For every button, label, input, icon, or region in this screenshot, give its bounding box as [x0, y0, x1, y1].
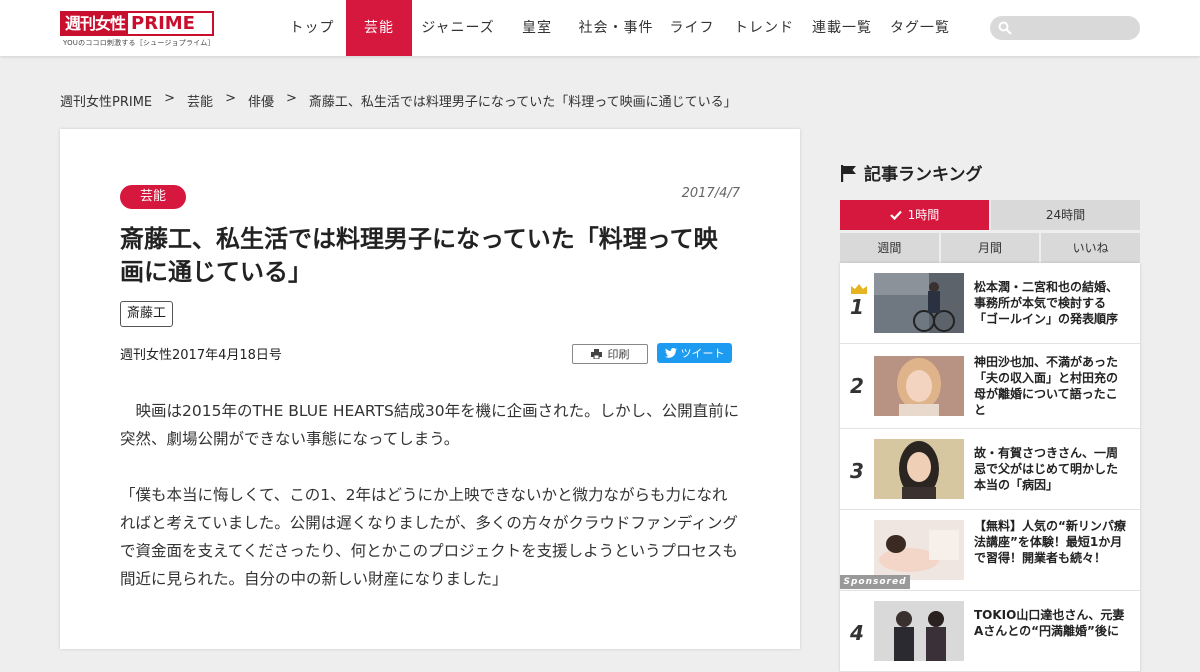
ranking-thumbnail [874, 273, 964, 333]
tweet-button[interactable]: ツイート [657, 343, 732, 363]
category-badge[interactable]: 芸能 [120, 185, 187, 209]
site-header: 週刊女性 PRIME YOUのココロ刺激する［シュージョプライム］ トップ 芸能… [0, 0, 1200, 56]
tab-1-hour[interactable]: 1時間 [840, 200, 989, 230]
tab-likes[interactable]: いいね [1041, 233, 1141, 263]
breadcrumb-current: 斎藤工、私生活では料理男子になっていた「料理って映画に通じている」 [308, 95, 737, 110]
logo-en-text: PRIME [131, 13, 195, 34]
tab-1-hour-label: 1時間 [907, 208, 940, 222]
nav-item-top[interactable]: トップ [278, 0, 346, 56]
search-icon [998, 21, 1012, 35]
tweet-label: ツイート [680, 347, 725, 360]
ranking-thumbnail [874, 439, 964, 499]
sponsored-thumbnail [874, 520, 964, 580]
nav-item-imperial[interactable]: 皇室 [504, 0, 570, 56]
sponsored-item[interactable]: Sponsored 【無料】人気の“新リンパ療法講座”を体験！最短1か月で習得！… [840, 510, 1140, 591]
article-tag[interactable]: 斎藤工 [120, 301, 174, 327]
sponsored-label: Sponsored [840, 575, 910, 589]
ranking-item[interactable]: 3 故・有賀さつきさん、一周忌で父がはじめて明かした本当の「病因」 [840, 429, 1140, 510]
ranking-list: 1 松本潤・二宮和也の結婚、事務所が本気で検討する「ゴールイン」の発表順序 2 [840, 263, 1140, 672]
publish-date: 2017/4/7 [681, 186, 740, 201]
print-button[interactable]: 印刷 [572, 344, 648, 364]
article-title: 斎藤工、私生活では料理男子になっていた「料理って映画に通じている」 [120, 225, 718, 286]
ranking-title: 故・有賀さつきさん、一周忌で父がはじめて明かした本当の「病因」 [974, 446, 1119, 492]
article-paragraph: 映画は2015年のTHE BLUE HEARTS結成30年を機に企画された。しか… [120, 402, 740, 448]
sponsored-title: 【無料】人気の“新リンパ療法講座”を体験！最短1か月で習得！開業者も続々！ [974, 519, 1126, 565]
article-paragraph: 「僕も本当に悔しくて、この1、2年はどうにか上映できないかと微力ながらも力になれ… [120, 486, 738, 588]
rank-number: 3 [850, 459, 864, 483]
rank-number: 4 [850, 621, 864, 645]
print-label: 印刷 [607, 348, 630, 361]
nav-item-series[interactable]: 連載一覧 [806, 0, 878, 56]
ranking-heading: 記事ランキング [840, 160, 983, 185]
article-source: 週刊女性2017年4月18日号 [120, 348, 282, 363]
ranking-title: TOKIO山口達也さん、元妻Aさんとの“円満離婚”後に [974, 608, 1125, 638]
ranking-tabs-primary: 1時間 24時間 [840, 200, 1140, 232]
ranking-heading-text: 記事ランキング [864, 165, 983, 185]
nav-item-life[interactable]: ライフ [662, 0, 722, 56]
ranking-item[interactable]: 2 神田沙也加、不満があった「夫の収入面」と村田充の母が離婚について語ったこと [840, 344, 1140, 429]
nav-item-tags[interactable]: タグ一覧 [878, 0, 962, 56]
ranking-tabs-secondary: 週間 月間 いいね [840, 233, 1141, 263]
logo-wordmark: 週刊女性 PRIME [60, 11, 214, 36]
breadcrumb-separator: > [164, 91, 176, 106]
nav-item-johnnys[interactable]: ジャニーズ [412, 0, 504, 56]
tab-weekly[interactable]: 週間 [840, 233, 939, 263]
twitter-bird-icon [664, 348, 677, 358]
tab-24-hours[interactable]: 24時間 [991, 200, 1140, 230]
ranking-title: 松本潤・二宮和也の結婚、事務所が本気で検討する「ゴールイン」の発表順序 [974, 280, 1119, 326]
ranking-item[interactable]: 4 TOKIO山口達也さん、元妻Aさんとの“円満離婚”後に [840, 591, 1140, 672]
main-nav: トップ 芸能 ジャニーズ 皇室 社会・事件 ライフ トレンド 連載一覧 タグ一覧 [278, 0, 962, 56]
article-card: 芸能 2017/4/7 斎藤工、私生活では料理男子になっていた「料理って映画に通… [60, 129, 800, 649]
logo-jp-text: 週刊女性 [62, 13, 129, 34]
ranking-item[interactable]: 1 松本潤・二宮和也の結婚、事務所が本気で検討する「ゴールイン」の発表順序 [840, 263, 1140, 344]
breadcrumb-home[interactable]: 週刊女性PRIME [60, 91, 152, 110]
logo-tagline: YOUのココロ刺激する［シュージョプライム］ [63, 39, 215, 47]
ranking-thumbnail [874, 601, 964, 661]
breadcrumb-separator: > [225, 91, 236, 106]
check-icon [889, 210, 902, 220]
crown-icon [851, 284, 867, 294]
tab-monthly[interactable]: 月間 [940, 233, 1040, 263]
rank-number: 2 [850, 374, 864, 398]
rank-number: 1 [850, 295, 864, 319]
article-body: 映画は2015年のTHE BLUE HEARTS結成30年を機に企画された。しか… [120, 397, 740, 621]
flag-icon [841, 164, 856, 182]
ranking-title: 神田沙也加、不満があった「夫の収入面」と村田充の母が離婚について語ったこと [974, 355, 1119, 417]
site-logo[interactable]: 週刊女性 PRIME YOUのココロ刺激する［シュージョプライム］ [60, 11, 214, 47]
nav-item-entertainment[interactable]: 芸能 [346, 0, 412, 56]
breadcrumb-subcategory[interactable]: 俳優 [248, 91, 274, 110]
breadcrumb: 週刊女性PRIME > 芸能 > 俳優 > 斎藤工、私生活では料理男子になってい… [60, 91, 737, 110]
breadcrumb-separator: > [285, 91, 297, 106]
printer-icon [590, 349, 602, 359]
search-input[interactable] [990, 16, 1140, 40]
ranking-thumbnail [874, 356, 964, 416]
nav-item-society[interactable]: 社会・事件 [570, 0, 662, 56]
breadcrumb-category[interactable]: 芸能 [187, 91, 213, 110]
nav-item-trend[interactable]: トレンド [722, 0, 806, 56]
